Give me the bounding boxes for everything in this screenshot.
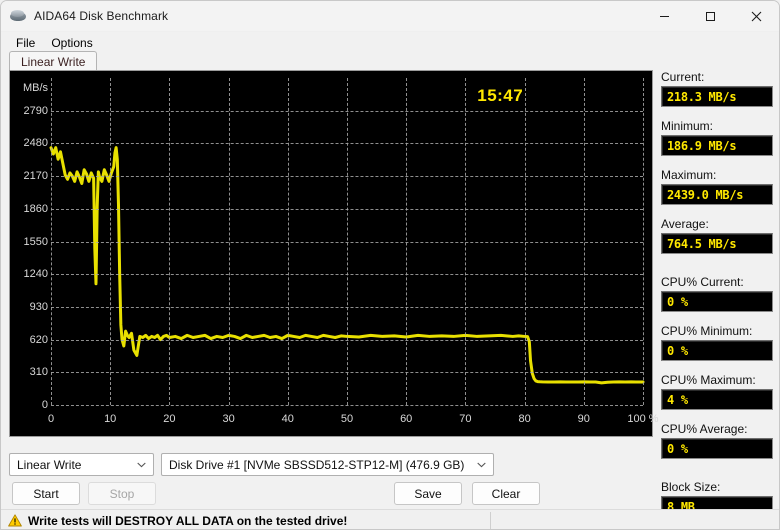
chart-gridline-v: [228, 78, 230, 405]
stat-value: 0 %: [667, 343, 688, 358]
window-title: AIDA64 Disk Benchmark: [34, 9, 169, 23]
stat-value-box: 186.9 MB/s: [661, 135, 773, 156]
chart-xtick-label: 0: [47, 413, 55, 425]
chart-ytick-label: 2790: [23, 104, 48, 117]
chart-xtick-label: 80: [518, 413, 531, 425]
stat-value: 0 %: [667, 294, 688, 309]
stat-value: 4 %: [667, 392, 688, 407]
chart-xtick-label: 10: [104, 413, 117, 425]
stat-value-box: 4 %: [661, 389, 773, 410]
chart-gridline-v: [583, 78, 585, 405]
stat-label: CPU% Average:: [661, 422, 748, 436]
chart-xtick-label: 100 %: [627, 413, 659, 425]
stat-value: 186.9 MB/s: [667, 138, 737, 153]
chart-gridline-v: [406, 78, 408, 405]
chart-gridline-v: [465, 78, 467, 405]
stat-label: Average:: [661, 217, 709, 231]
chart-xtick-label: 20: [163, 413, 176, 425]
stat-value-box: 0 %: [661, 340, 773, 361]
clear-button[interactable]: Clear: [472, 482, 540, 505]
chart-xtick-label: 40: [281, 413, 294, 425]
aida64-disk-benchmark-window: AIDA64 Disk Benchmark File Options Linea…: [0, 0, 780, 530]
chart-xtick-label: 30: [222, 413, 235, 425]
stat-value: 218.3 MB/s: [667, 89, 737, 104]
chart-gridline-v: [643, 78, 644, 405]
stat-label: Maximum:: [661, 168, 717, 182]
maximize-icon[interactable]: [687, 1, 733, 32]
test-mode-select[interactable]: Linear Write: [9, 453, 154, 476]
disk-icon: [10, 8, 26, 24]
chevron-down-icon: [137, 460, 146, 469]
menu-item-options[interactable]: Options: [43, 34, 100, 52]
control-bar: Linear Write Disk Drive #1 [NVMe SBSSD51…: [1, 445, 779, 507]
chart-ytick-label: 620: [29, 333, 48, 346]
chart-gridline-v: [169, 78, 171, 405]
chart-xtick-label: 50: [340, 413, 354, 425]
test-mode-value: Linear Write: [17, 457, 82, 472]
chart-yaxis-unit: MB/s: [22, 81, 48, 94]
chart-ytick-label: 930: [29, 300, 48, 313]
chart-ytick-label: 0: [41, 399, 48, 411]
statistics-panel: Current: 218.3 MB/s Minimum: 186.9 MB/s Maxi…: [661, 70, 773, 517]
menu-item-file[interactable]: File: [8, 34, 43, 52]
chart-xtick-label: 60: [400, 413, 413, 425]
chart-plot-area: 0 310 620 930 1240 1550 1860 2170 2480 2790 MB/s 0 1…: [23, 78, 659, 425]
tab-strip: Linear Write: [9, 51, 773, 71]
stat-label: CPU% Current:: [661, 275, 744, 289]
stat-label: CPU% Minimum:: [661, 324, 753, 338]
minimize-icon[interactable]: [641, 1, 687, 32]
chart-gridline-v: [110, 78, 112, 405]
chart-gridline-v: [524, 78, 526, 405]
chart-gridline-v: [51, 78, 52, 405]
stat-value-box: 218.3 MB/s: [661, 86, 773, 107]
warning-icon: [8, 514, 22, 527]
stop-button[interactable]: Stop: [88, 482, 156, 505]
chart-gridline-v: [347, 78, 348, 405]
stat-value-box: 2439.0 MB/s: [661, 184, 773, 205]
drive-value: Disk Drive #1 [NVMe SBSSD512-STP12-M] (4…: [169, 457, 465, 472]
close-icon[interactable]: [733, 1, 779, 32]
stat-value-box: 764.5 MB/s: [661, 233, 773, 254]
stat-value: 764.5 MB/s: [667, 236, 737, 251]
chart-gridline-v: [287, 78, 289, 405]
stat-label: Current:: [661, 70, 705, 84]
start-button[interactable]: Start: [12, 482, 80, 505]
chart-xtick-label: 70: [459, 413, 472, 425]
title-bar: AIDA64 Disk Benchmark: [1, 1, 779, 32]
stat-group-gap: [661, 266, 773, 275]
chart-ytick-label: 310: [29, 366, 48, 379]
status-bar: Write tests will DESTROY ALL DATA on the…: [1, 509, 779, 529]
elapsed-timer: 15:47: [477, 86, 524, 105]
chart-ytick-label: 1860: [23, 202, 48, 215]
stat-label: Minimum:: [661, 119, 714, 133]
stat-label: CPU% Maximum:: [661, 373, 756, 387]
chart-ytick-label: 1240: [23, 268, 48, 281]
chevron-down-icon: [477, 460, 486, 469]
status-message: Write tests will DESTROY ALL DATA on the…: [28, 513, 348, 528]
stat-value-box: 0 %: [661, 291, 773, 312]
status-divider: [490, 512, 491, 529]
chart-ytick-label: 2480: [23, 137, 48, 150]
stat-value: 2439.0 MB/s: [667, 187, 744, 202]
chart-ytick-label: 2170: [23, 170, 48, 183]
save-button[interactable]: Save: [394, 482, 462, 505]
drive-select[interactable]: Disk Drive #1 [NVMe SBSSD512-STP12-M] (4…: [161, 453, 494, 476]
window-controls: [641, 1, 779, 32]
chart-ytick-label: 1550: [23, 235, 48, 248]
chart-xtick-label: 90: [577, 413, 590, 425]
chart-gridline-h: [51, 405, 643, 406]
tab-linear-write[interactable]: Linear Write: [9, 51, 98, 71]
benchmark-chart: 0 310 620 930 1240 1550 1860 2170 2480 2790 MB/s 0 1…: [9, 70, 659, 437]
